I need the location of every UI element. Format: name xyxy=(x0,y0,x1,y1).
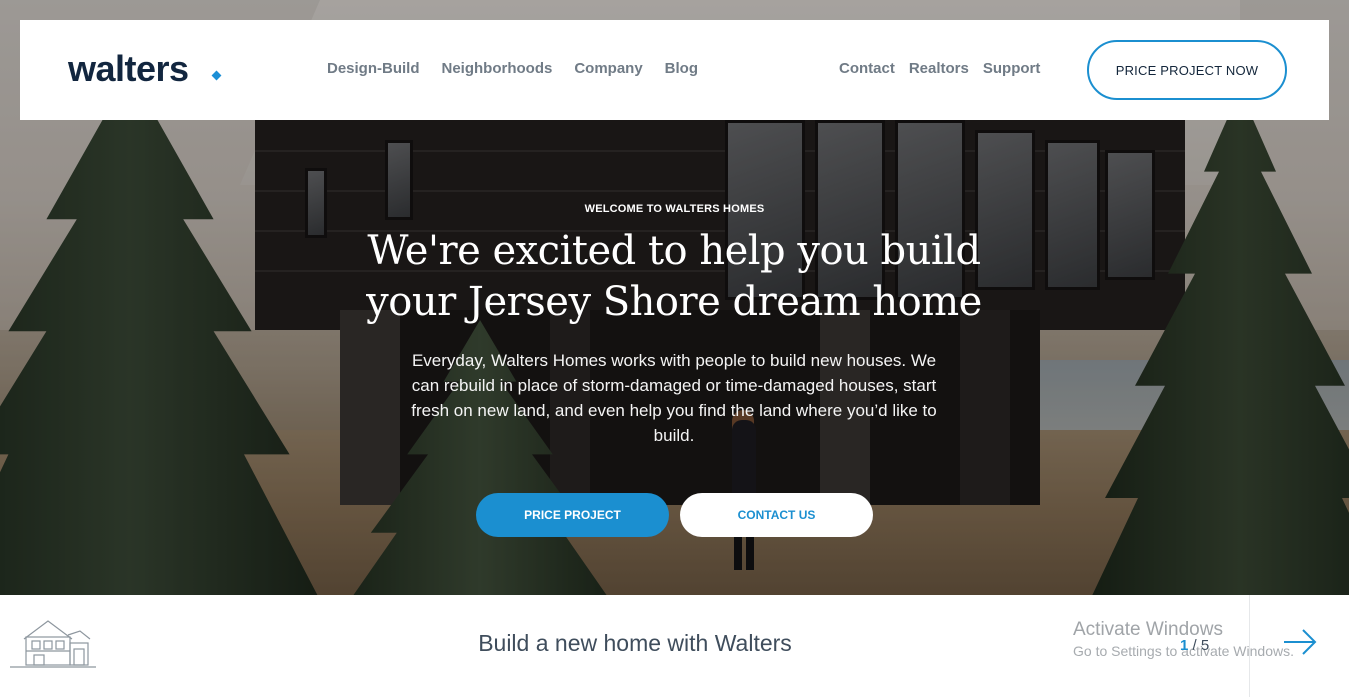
secondary-nav: Contact Realtors Support xyxy=(839,60,1040,77)
nav-neighborhoods[interactable]: Neighborhoods xyxy=(442,60,553,77)
slide-current: 1 xyxy=(1180,637,1189,654)
nav-design-build[interactable]: Design-Build xyxy=(327,60,420,77)
contact-us-button[interactable]: CONTACT US xyxy=(680,493,873,537)
slide-total: 5 xyxy=(1200,637,1210,654)
site-header: walters Design-Build Neighborhoods Compa… xyxy=(20,20,1329,120)
nav-blog[interactable]: Blog xyxy=(665,60,698,77)
price-project-now-button[interactable]: PRICE PROJECT NOW xyxy=(1087,40,1287,100)
strip-divider xyxy=(1249,595,1250,697)
nav-company[interactable]: Company xyxy=(574,60,642,77)
price-project-button[interactable]: PRICE PROJECT xyxy=(476,493,669,537)
slide-separator: / xyxy=(1192,637,1197,654)
slider-strip: Build a new home with Walters Activate W… xyxy=(0,595,1349,697)
hero-lead: Everyday, Walters Homes works with peopl… xyxy=(411,351,937,445)
walters-logo[interactable]: walters xyxy=(68,48,189,90)
slide-counter: 1 / 5 xyxy=(1180,637,1209,654)
arrow-right-icon[interactable] xyxy=(1283,629,1317,655)
logo-diamond-icon xyxy=(211,70,222,81)
primary-nav: Design-Build Neighborhoods Company Blog xyxy=(327,60,698,77)
hero-eyebrow: WELCOME TO WALTERS HOMES xyxy=(584,203,765,215)
nav-support[interactable]: Support xyxy=(983,60,1041,77)
nav-realtors[interactable]: Realtors xyxy=(909,60,969,77)
nav-contact[interactable]: Contact xyxy=(839,60,895,77)
hero-headline: We're excited to help you build your Jer… xyxy=(366,228,982,325)
